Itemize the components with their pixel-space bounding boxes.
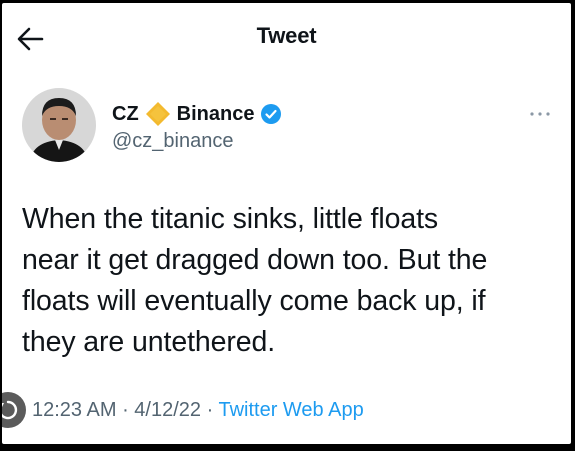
page-title: Tweet bbox=[256, 23, 317, 48]
refresh-icon bbox=[2, 400, 18, 420]
tweet-text-line: floats will eventually come back up, if bbox=[22, 285, 486, 317]
avatar[interactable] bbox=[22, 88, 96, 162]
tweet-source-link[interactable]: Twitter Web App bbox=[218, 399, 363, 421]
tweet-date[interactable]: 4/12/22 bbox=[134, 399, 201, 421]
tweet-page: Tweet CZ Binance @cz_binance When the ti… bbox=[2, 3, 571, 444]
tweet-text-line: near it get dragged down too. But the bbox=[22, 244, 488, 276]
tweet-text-line: When the titanic sinks, little floats bbox=[22, 203, 439, 235]
meta-separator: · bbox=[116, 399, 135, 421]
screenshot-frame: Tweet CZ Binance @cz_binance When the ti… bbox=[0, 0, 575, 451]
binance-diamond-icon bbox=[145, 102, 170, 126]
avatar-image bbox=[22, 88, 96, 162]
author-handle[interactable]: @cz_binance bbox=[112, 130, 233, 153]
screen-overlay-icon[interactable] bbox=[2, 392, 26, 428]
author-org: Binance bbox=[176, 102, 255, 125]
tweet-text-line: they are untethered. bbox=[22, 326, 276, 358]
author-name: CZ bbox=[112, 102, 139, 125]
author-name-row[interactable]: CZ Binance bbox=[112, 100, 282, 128]
meta-separator: · bbox=[201, 399, 219, 421]
tweet-time[interactable]: 12:23 AM bbox=[32, 399, 117, 421]
verified-badge-icon bbox=[261, 104, 282, 124]
tweet-text: When the titanic sinks, little floats ne… bbox=[22, 199, 557, 363]
more-horizontal-icon[interactable] bbox=[528, 109, 552, 119]
tweet-metadata: 12:23 AM · 4/12/22 · Twitter Web App bbox=[32, 399, 364, 422]
